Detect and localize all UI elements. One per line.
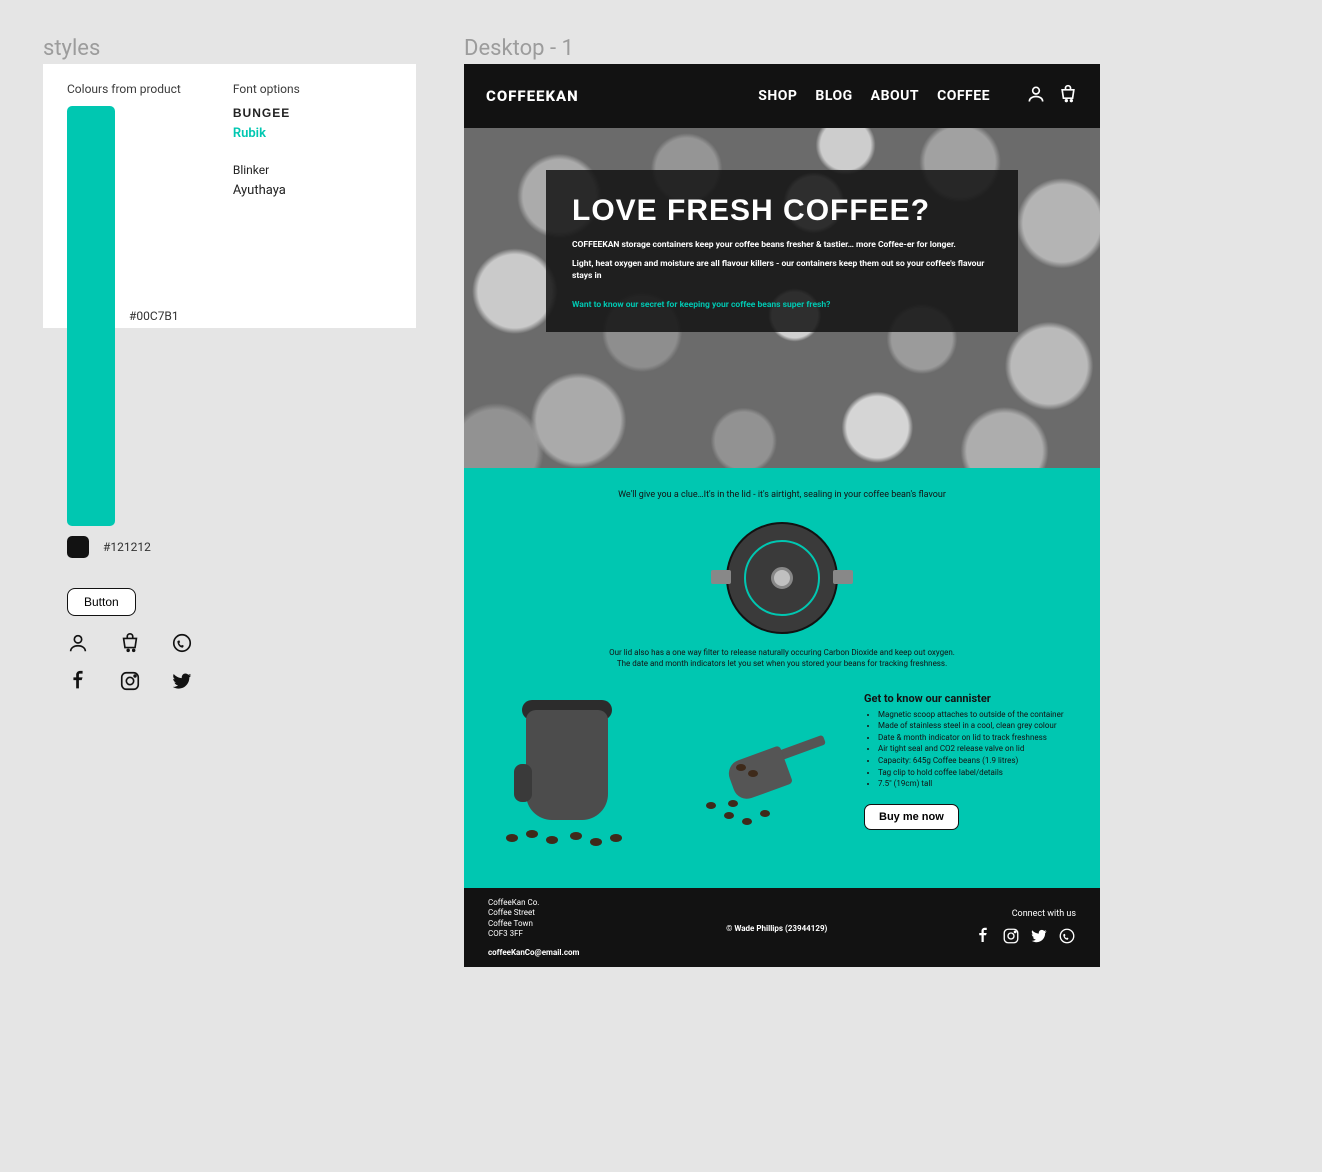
scoop-image xyxy=(676,692,836,852)
account-icon[interactable] xyxy=(1026,84,1046,108)
footer-connect-label: Connect with us xyxy=(974,909,1076,919)
feature-item: Date & month indicator on lid to track f… xyxy=(878,732,1076,744)
site-header: COFFEEKAN SHOP BLOG ABOUT COFFEE xyxy=(464,64,1100,128)
whatsapp-icon[interactable] xyxy=(1058,927,1076,947)
user-icon xyxy=(67,632,89,658)
footer-email[interactable]: coffeeKanCo@email.com xyxy=(488,948,579,958)
sample-button[interactable]: Button xyxy=(67,588,136,616)
desktop-artboard: COFFEEKAN SHOP BLOG ABOUT COFFEE LOVE FR… xyxy=(464,64,1100,967)
site-footer: CoffeeKan Co. Coffee Street Coffee Town … xyxy=(464,888,1100,967)
twitter-icon[interactable] xyxy=(1030,927,1048,947)
feature-item: Magnetic scoop attaches to outside of th… xyxy=(878,709,1076,721)
footer-addr-line: CoffeeKan Co. xyxy=(488,898,579,908)
swatch-black-label: #121212 xyxy=(103,540,151,554)
teal-desc-2: The date and month indicators let you se… xyxy=(582,659,982,670)
font-rubik: Rubik xyxy=(233,126,300,141)
features-block: Get to know our cannister Magnetic scoop… xyxy=(864,692,1076,830)
buy-button[interactable]: Buy me now xyxy=(864,804,959,830)
cart-icon xyxy=(119,632,141,658)
product-section: We'll give you a clue…It's in the lid - … xyxy=(464,468,1100,888)
hero-overlay: LOVE FRESH COFFEE? COFFEEKAN storage con… xyxy=(546,170,1018,332)
font-ayuthaya: Ayuthaya xyxy=(233,183,300,198)
hero-cta-link[interactable]: Want to know our secret for keeping your… xyxy=(572,300,992,310)
frame-label-desktop: Desktop - 1 xyxy=(464,36,574,61)
hero-copy-1: COFFEEKAN storage containers keep your c… xyxy=(572,240,992,251)
nav-blog[interactable]: BLOG xyxy=(815,88,852,104)
frame-label-styles: styles xyxy=(43,36,100,61)
nav-about[interactable]: ABOUT xyxy=(871,88,919,104)
hero-copy-2: Light, heat oxygen and moisture are all … xyxy=(572,259,992,282)
facebook-icon xyxy=(67,670,89,696)
whatsapp-icon xyxy=(171,632,193,658)
font-blinker: Blinker xyxy=(233,163,300,177)
swatch-teal[interactable] xyxy=(67,106,115,526)
nav-coffee[interactable]: COFFEE xyxy=(937,88,990,104)
teal-intro: We'll give you a clue…It's in the lid - … xyxy=(488,490,1076,500)
hero: LOVE FRESH COFFEE? COFFEEKAN storage con… xyxy=(464,128,1100,468)
feature-item: Capacity: 645g Coffee beans (1.9 litres) xyxy=(878,755,1076,767)
feature-item: Tag clip to hold coffee label/details xyxy=(878,767,1076,779)
feature-item: Made of stainless steel in a cool, clean… xyxy=(878,720,1076,732)
feature-item: 7.5" (19cm) tall xyxy=(878,778,1076,790)
footer-addr-line: Coffee Street xyxy=(488,908,579,918)
instagram-icon xyxy=(119,670,141,696)
font-bungee: BUNGEE xyxy=(233,106,300,120)
feature-item: Air tight seal and CO2 release valve on … xyxy=(878,743,1076,755)
footer-addr-line: Coffee Town xyxy=(488,919,579,929)
footer-copyright: © Wade Phillips (23944129) xyxy=(593,924,960,933)
teal-desc-1: Our lid also has a one way filter to rel… xyxy=(582,648,982,659)
swatch-teal-label: #00C7B1 xyxy=(129,309,179,323)
cart-icon[interactable] xyxy=(1058,84,1078,108)
hero-title: LOVE FRESH COFFEE? xyxy=(572,194,992,228)
styles-panel: Colours from product #00C7B1 #121212 Fon… xyxy=(43,64,416,328)
lid-illustration xyxy=(717,518,847,638)
swatch-black[interactable] xyxy=(67,536,89,558)
nav-shop[interactable]: SHOP xyxy=(758,88,797,104)
footer-address: CoffeeKan Co. Coffee Street Coffee Town … xyxy=(488,898,579,958)
logo[interactable]: COFFEEKAN xyxy=(486,87,740,105)
footer-addr-line: COF3 3FF xyxy=(488,929,579,939)
instagram-icon[interactable] xyxy=(1002,927,1020,947)
features-title: Get to know our cannister xyxy=(864,692,1076,705)
primary-nav: SHOP BLOG ABOUT COFFEE xyxy=(758,88,990,104)
colours-heading: Colours from product xyxy=(67,82,181,96)
facebook-icon[interactable] xyxy=(974,927,992,947)
cannister-image xyxy=(488,692,648,852)
twitter-icon xyxy=(171,670,193,696)
fonts-heading: Font options xyxy=(233,82,300,96)
